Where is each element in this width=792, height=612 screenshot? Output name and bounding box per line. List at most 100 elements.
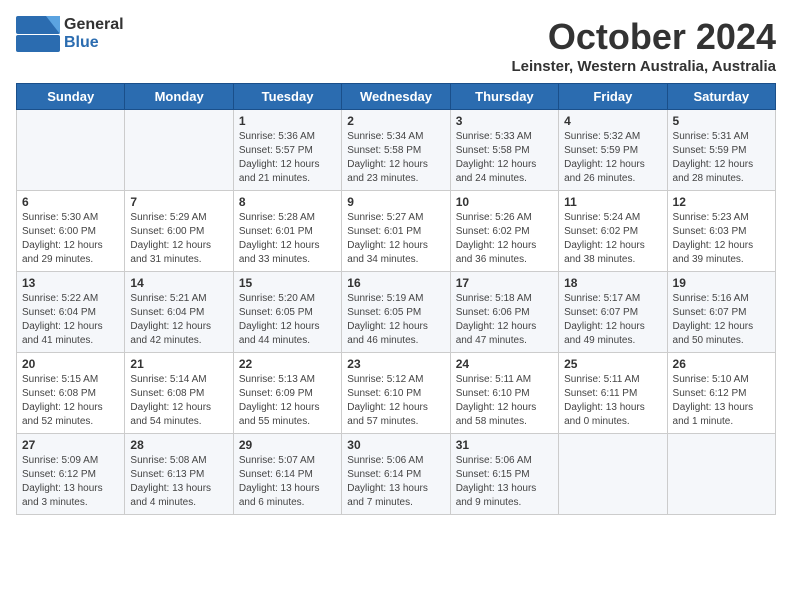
calendar-week-row: 1 Sunrise: 5:36 AMSunset: 5:57 PMDaylight… xyxy=(17,110,776,191)
calendar-cell: 31Sunrise: 5:06 AMSunset: 6:15 PMDayligh… xyxy=(450,434,558,515)
day-info: Sunrise: 5:26 AMSunset: 6:02 PMDaylight:… xyxy=(456,211,553,267)
day-number: 29 xyxy=(239,438,336,452)
calendar-cell: 20 Sunrise: 5:15 AMSunset: 6:08 PMDayligh… xyxy=(17,353,125,434)
logo-line1: General xyxy=(64,16,124,34)
calendar-cell: 30Sunrise: 5:06 AMSunset: 6:14 PMDayligh… xyxy=(342,434,450,515)
calendar-cell: 8 Sunrise: 5:28 AMSunset: 6:01 PMDaylight… xyxy=(233,191,341,272)
day-number: 22 xyxy=(239,357,336,371)
weekday-header-thursday: Thursday xyxy=(450,84,558,110)
day-info: Sunrise: 5:14 AMSunset: 6:08 PMDaylight:… xyxy=(130,373,227,429)
title-block: October 2024 Leinster, Western Australia… xyxy=(511,16,776,75)
day-number: 24 xyxy=(456,357,553,371)
day-info: Sunrise: 5:32 AMSunset: 5:59 PMDaylight:… xyxy=(564,130,661,186)
calendar-cell: 7 Sunrise: 5:29 AMSunset: 6:00 PMDaylight… xyxy=(125,191,233,272)
day-number: 25 xyxy=(564,357,661,371)
day-number: 9 xyxy=(347,195,444,209)
day-info: Sunrise: 5:17 AMSunset: 6:07 PMDaylight:… xyxy=(564,292,661,348)
day-number: 1 xyxy=(239,114,336,128)
day-number: 20 xyxy=(22,357,119,371)
calendar-cell: 28 Sunrise: 5:08 AMSunset: 6:13 PMDayligh… xyxy=(125,434,233,515)
calendar-cell: 4 Sunrise: 5:32 AMSunset: 5:59 PMDaylight… xyxy=(559,110,667,191)
day-number: 26 xyxy=(673,357,770,371)
calendar-header-row: SundayMondayTuesdayWednesdayThursdayFrid… xyxy=(17,84,776,110)
day-number: 28 xyxy=(130,438,227,452)
calendar-cell: 3Sunrise: 5:33 AMSunset: 5:58 PMDaylight… xyxy=(450,110,558,191)
calendar-cell xyxy=(559,434,667,515)
calendar-cell: 21 Sunrise: 5:14 AMSunset: 6:08 PMDayligh… xyxy=(125,353,233,434)
day-number: 17 xyxy=(456,276,553,290)
calendar-cell: 17 Sunrise: 5:18 AMSunset: 6:06 PMDayligh… xyxy=(450,272,558,353)
day-info: Sunrise: 5:16 AMSunset: 6:07 PMDaylight:… xyxy=(673,292,770,348)
day-number: 11 xyxy=(564,195,661,209)
calendar-cell: 14Sunrise: 5:21 AMSunset: 6:04 PMDayligh… xyxy=(125,272,233,353)
day-info: Sunrise: 5:34 AMSunset: 5:58 PMDaylight:… xyxy=(347,130,444,186)
day-info: Sunrise: 5:18 AMSunset: 6:06 PMDaylight:… xyxy=(456,292,553,348)
day-info: Sunrise: 5:15 AMSunset: 6:08 PMDaylight:… xyxy=(22,373,119,429)
calendar-cell: 13Sunrise: 5:22 AMSunset: 6:04 PMDayligh… xyxy=(17,272,125,353)
calendar-cell: 27 Sunrise: 5:09 AMSunset: 6:12 PMDayligh… xyxy=(17,434,125,515)
calendar-cell: 23 Sunrise: 5:12 AMSunset: 6:10 PMDayligh… xyxy=(342,353,450,434)
day-number: 12 xyxy=(673,195,770,209)
weekday-header-tuesday: Tuesday xyxy=(233,84,341,110)
calendar-cell: 1 Sunrise: 5:36 AMSunset: 5:57 PMDaylight… xyxy=(233,110,341,191)
logo: General Blue xyxy=(16,16,124,52)
day-info: Sunrise: 5:11 AMSunset: 6:10 PMDaylight:… xyxy=(456,373,553,429)
calendar-cell xyxy=(667,434,775,515)
calendar-week-row: 27 Sunrise: 5:09 AMSunset: 6:12 PMDayligh… xyxy=(17,434,776,515)
logo-line2: Blue xyxy=(64,34,124,52)
calendar-cell: 5 Sunrise: 5:31 AMSunset: 5:59 PMDaylight… xyxy=(667,110,775,191)
day-info: Sunrise: 5:36 AMSunset: 5:57 PMDaylight:… xyxy=(239,130,336,186)
calendar-cell: 11 Sunrise: 5:24 AMSunset: 6:02 PMDayligh… xyxy=(559,191,667,272)
month-title: October 2024 xyxy=(511,16,776,58)
calendar-cell: 12 Sunrise: 5:23 AMSunset: 6:03 PMDayligh… xyxy=(667,191,775,272)
calendar-cell: 19Sunrise: 5:16 AMSunset: 6:07 PMDayligh… xyxy=(667,272,775,353)
calendar-cell: 22 Sunrise: 5:13 AMSunset: 6:09 PMDayligh… xyxy=(233,353,341,434)
weekday-header-wednesday: Wednesday xyxy=(342,84,450,110)
day-number: 27 xyxy=(22,438,119,452)
calendar-cell: 18 Sunrise: 5:17 AMSunset: 6:07 PMDayligh… xyxy=(559,272,667,353)
calendar-cell xyxy=(17,110,125,191)
day-number: 8 xyxy=(239,195,336,209)
day-number: 2 xyxy=(347,114,444,128)
calendar-week-row: 13Sunrise: 5:22 AMSunset: 6:04 PMDayligh… xyxy=(17,272,776,353)
day-info: Sunrise: 5:33 AMSunset: 5:58 PMDaylight:… xyxy=(456,130,553,186)
calendar-week-row: 6Sunrise: 5:30 AMSunset: 6:00 PMDaylight… xyxy=(17,191,776,272)
day-number: 21 xyxy=(130,357,227,371)
day-number: 23 xyxy=(347,357,444,371)
day-info: Sunrise: 5:29 AMSunset: 6:00 PMDaylight:… xyxy=(130,211,227,267)
day-number: 15 xyxy=(239,276,336,290)
day-number: 10 xyxy=(456,195,553,209)
day-number: 4 xyxy=(564,114,661,128)
day-number: 18 xyxy=(564,276,661,290)
day-number: 16 xyxy=(347,276,444,290)
day-info: Sunrise: 5:27 AMSunset: 6:01 PMDaylight:… xyxy=(347,211,444,267)
day-info: Sunrise: 5:28 AMSunset: 6:01 PMDaylight:… xyxy=(239,211,336,267)
day-number: 30 xyxy=(347,438,444,452)
calendar-cell: 26 Sunrise: 5:10 AMSunset: 6:12 PMDayligh… xyxy=(667,353,775,434)
day-info: Sunrise: 5:10 AMSunset: 6:12 PMDaylight:… xyxy=(673,373,770,429)
day-info: Sunrise: 5:24 AMSunset: 6:02 PMDaylight:… xyxy=(564,211,661,267)
day-number: 5 xyxy=(673,114,770,128)
day-info: Sunrise: 5:08 AMSunset: 6:13 PMDaylight:… xyxy=(130,454,227,510)
day-info: Sunrise: 5:23 AMSunset: 6:03 PMDaylight:… xyxy=(673,211,770,267)
weekday-header-friday: Friday xyxy=(559,84,667,110)
calendar-table: SundayMondayTuesdayWednesdayThursdayFrid… xyxy=(16,83,776,515)
day-info: Sunrise: 5:13 AMSunset: 6:09 PMDaylight:… xyxy=(239,373,336,429)
day-number: 7 xyxy=(130,195,227,209)
day-info: Sunrise: 5:30 AMSunset: 6:00 PMDaylight:… xyxy=(22,211,119,267)
calendar-cell xyxy=(125,110,233,191)
day-info: Sunrise: 5:31 AMSunset: 5:59 PMDaylight:… xyxy=(673,130,770,186)
day-info: Sunrise: 5:22 AMSunset: 6:04 PMDaylight:… xyxy=(22,292,119,348)
day-info: Sunrise: 5:20 AMSunset: 6:05 PMDaylight:… xyxy=(239,292,336,348)
page-header: General Blue October 2024 Leinster, West… xyxy=(16,16,776,75)
calendar-cell: 16Sunrise: 5:19 AMSunset: 6:05 PMDayligh… xyxy=(342,272,450,353)
calendar-cell: 9 Sunrise: 5:27 AMSunset: 6:01 PMDaylight… xyxy=(342,191,450,272)
day-info: Sunrise: 5:09 AMSunset: 6:12 PMDaylight:… xyxy=(22,454,119,510)
day-info: Sunrise: 5:21 AMSunset: 6:04 PMDaylight:… xyxy=(130,292,227,348)
location-subtitle: Leinster, Western Australia, Australia xyxy=(511,58,776,75)
calendar-cell: 15 Sunrise: 5:20 AMSunset: 6:05 PMDayligh… xyxy=(233,272,341,353)
weekday-header-monday: Monday xyxy=(125,84,233,110)
day-info: Sunrise: 5:12 AMSunset: 6:10 PMDaylight:… xyxy=(347,373,444,429)
calendar-cell: 25 Sunrise: 5:11 AMSunset: 6:11 PMDayligh… xyxy=(559,353,667,434)
day-info: Sunrise: 5:11 AMSunset: 6:11 PMDaylight:… xyxy=(564,373,661,429)
